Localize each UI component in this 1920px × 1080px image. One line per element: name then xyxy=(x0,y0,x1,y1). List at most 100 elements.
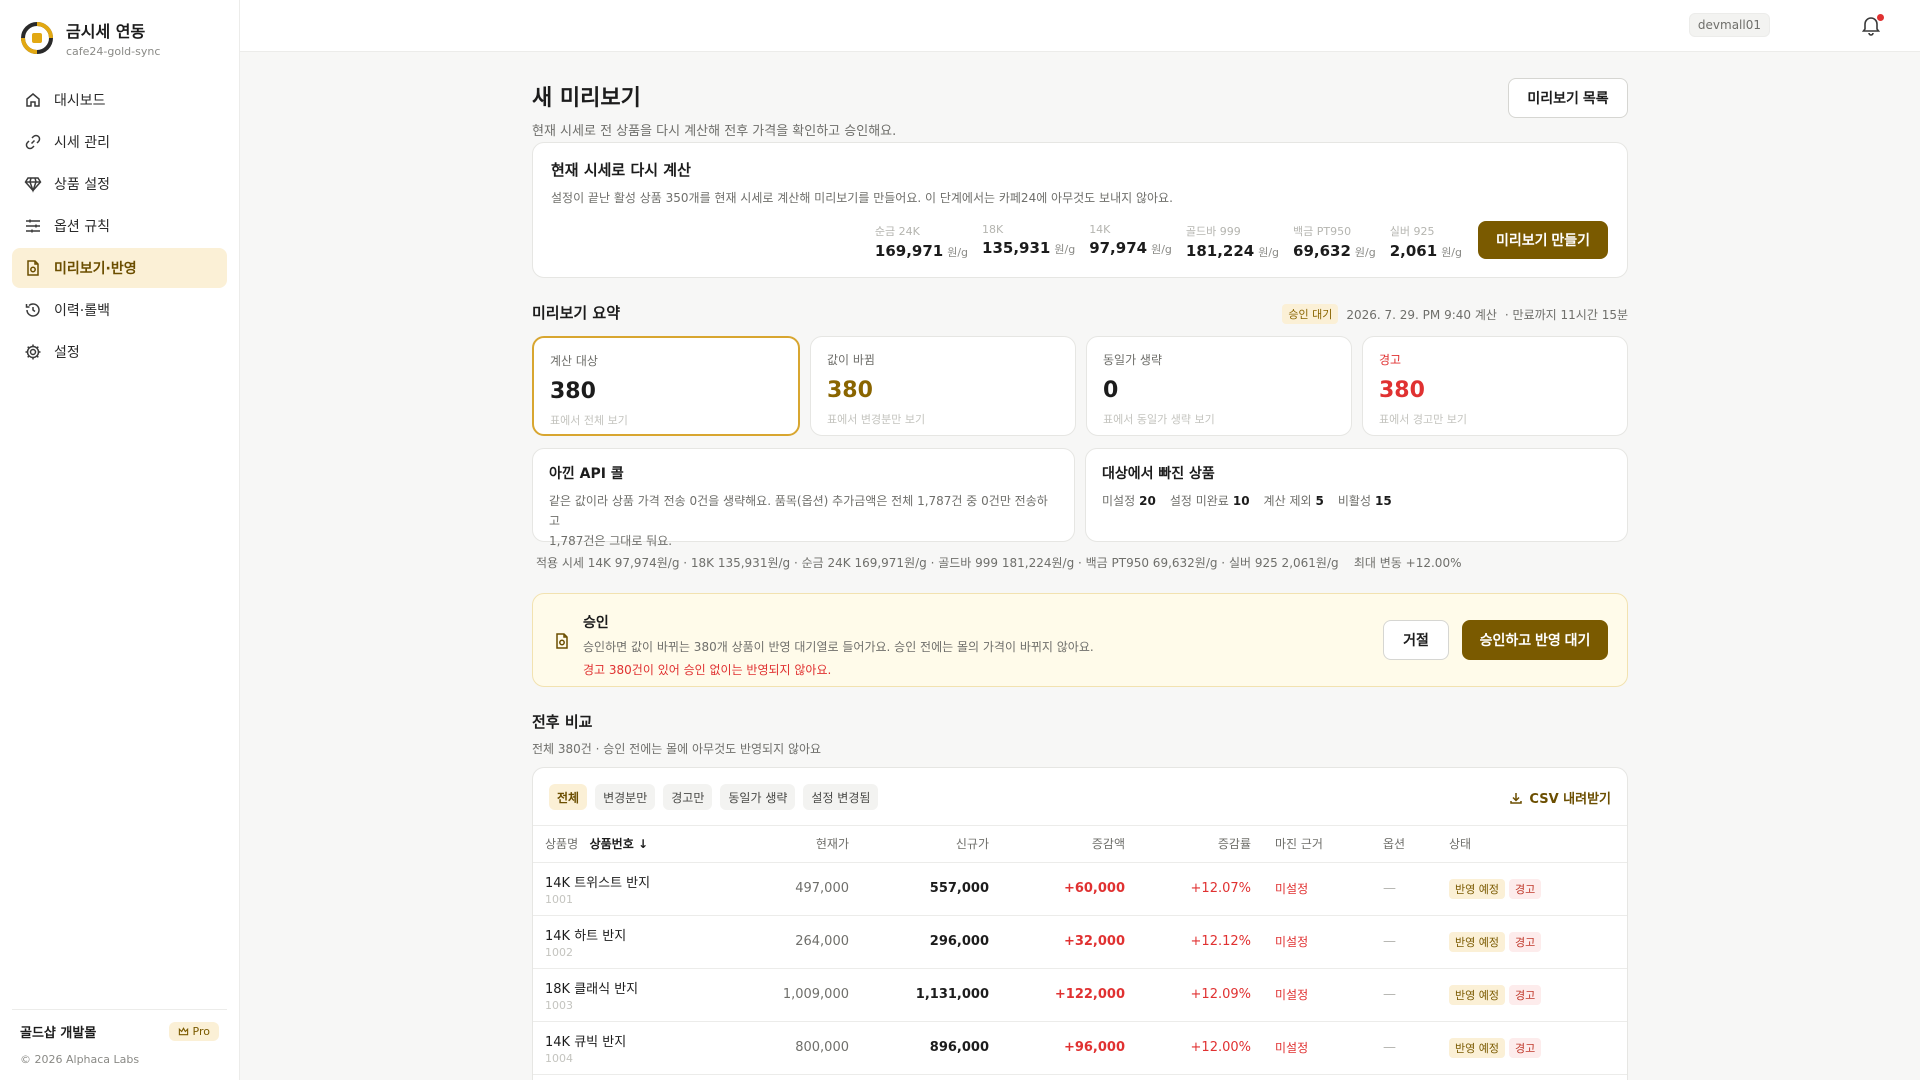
user-chip[interactable]: devmall01 xyxy=(1688,13,1770,37)
page-header: 새 미리보기 현재 시세로 전 상품을 다시 계산해 전후 가격을 확인하고 승… xyxy=(532,52,1628,139)
column-header[interactable]: 상품명 상품번호 ↓ xyxy=(533,826,693,863)
info-cards: 아낀 API 콜 같은 값이라 상품 가격 전송 0건을 생략해요. 품목(옵션… xyxy=(532,448,1628,548)
column-header[interactable]: 옵션 xyxy=(1371,826,1437,863)
approval-description: 승인하면 값이 바뀌는 380개 상품이 반영 대기열로 들어가요. 승인 전에… xyxy=(583,640,1094,654)
current-prices: 순금 24K 169,971 원/g 18K 135,931 원/g 14K 97,… xyxy=(875,223,1462,260)
sidebar-item-label: 상품 설정 xyxy=(54,177,110,193)
new-price: 1,131,000 xyxy=(861,968,1001,1022)
sidebar-footer: 골드샵 개발몰 Pro © 2026 Alphaca Labs xyxy=(12,1009,227,1066)
recalc-card: 현재 시세로 다시 계산 설정이 끝난 활성 상품 350개를 현재 시세로 계… xyxy=(532,142,1628,278)
table-row[interactable]: 14K 하트 반지 1002 264,000 296,000 +32,000 +1… xyxy=(533,915,1627,969)
filter-chips: 전체 변경분만 경고만 동일가 생략 설정 변경됨 CSV 내려받기 xyxy=(533,768,1627,826)
table-row[interactable]: 14K 트위스트 반지 1001 497,000 557,000 +60,000 … xyxy=(533,862,1627,916)
stat-card-same-skipped[interactable]: 동일가 생략 0 표에서 동일가 생략 보기 xyxy=(1086,336,1352,436)
warning-badge: 경고 xyxy=(1508,1037,1542,1058)
sidebar-item-label: 대시보드 xyxy=(54,93,106,109)
warning-badge: 경고 xyxy=(1508,878,1542,899)
status-cell: 반영 예정 경고 xyxy=(1437,968,1627,1022)
filter-settings-changed[interactable]: 설정 변경됨 xyxy=(803,784,879,810)
filter-changed[interactable]: 변경분만 xyxy=(595,784,656,810)
price-diff: +122,000 xyxy=(1001,968,1137,1022)
warning-badge: 경고 xyxy=(1508,931,1542,952)
status-badge: 반영 예정 xyxy=(1449,984,1505,1005)
excluded-calc: 계산 제외 5 xyxy=(1263,494,1324,508)
crown-icon xyxy=(178,1027,188,1036)
csv-download-button[interactable]: CSV 내려받기 xyxy=(1509,788,1611,807)
topbar: devmall01 xyxy=(240,0,1920,52)
notification-dot xyxy=(1877,14,1884,21)
filter-all[interactable]: 전체 xyxy=(549,784,588,810)
stat-value: 0 xyxy=(1103,378,1119,403)
column-header[interactable]: 마진 근거 xyxy=(1263,826,1371,863)
filter-warning[interactable]: 경고만 xyxy=(663,784,713,810)
sidebar-item-label: 설정 xyxy=(54,345,80,361)
link-icon xyxy=(25,134,41,150)
create-preview-button[interactable]: 미리보기 만들기 xyxy=(1478,221,1608,259)
summary-title: 미리보기 요약 xyxy=(532,304,621,322)
brand[interactable]: 금시세 연동 cafe24-gold-sync xyxy=(0,0,239,76)
current-price: 800,000 xyxy=(693,1021,861,1075)
reject-button[interactable]: 거절 xyxy=(1383,620,1449,660)
stat-card-changed[interactable]: 값이 바뀜 380 표에서 변경분만 보기 xyxy=(810,336,1076,436)
sidebar-nav: 대시보드 시세 관리 상품 설정 옵션 규칙 미리보기·반영 이력·롤백 설정 xyxy=(0,76,239,378)
product-name: 14K 큐빅 반지 xyxy=(545,1034,627,1050)
table-row[interactable]: 14K 큐빅 반지 1004 800,000 896,000 +96,000 +1… xyxy=(533,1021,1627,1075)
new-price: 296,000 xyxy=(861,915,1001,969)
status-badge: 반영 예정 xyxy=(1449,931,1505,952)
column-header[interactable]: 현재가 xyxy=(693,826,861,863)
status-cell: 반영 예정 경고 xyxy=(1437,915,1627,969)
page-title: 새 미리보기 xyxy=(532,86,641,111)
copyright: © 2026 Alphaca Labs xyxy=(20,1053,140,1066)
new-price: 557,000 xyxy=(861,862,1001,916)
option-value: — xyxy=(1371,862,1437,916)
product-name: 18K 클래식 반지 xyxy=(545,981,639,997)
compare-description: 전체 380건 · 승인 전에는 몰에 아무것도 반영되지 않아요 xyxy=(532,742,822,756)
sidebar-item-price-management[interactable]: 시세 관리 xyxy=(12,122,227,162)
table-row[interactable]: 18K 클래식 반지 1003 1,009,000 1,131,000 +122,… xyxy=(533,968,1627,1022)
summary-header: 미리보기 요약 승인 대기 2026. 7. 29. PM 9:40 계산 · … xyxy=(532,278,1628,336)
price-silver: 실버 925 2,061 원/g xyxy=(1389,225,1462,260)
sidebar-item-preview-apply[interactable]: 미리보기·반영 xyxy=(12,248,227,288)
option-value: — xyxy=(1371,1021,1437,1075)
compare-table: 상품명 상품번호 ↓ 현재가 신규가 증감액 증감률 마진 근거 옵션 상태 1… xyxy=(533,826,1627,1075)
download-icon xyxy=(1510,792,1523,804)
product-id: 1002 xyxy=(545,945,573,959)
stat-link: 표에서 변경분만 보기 xyxy=(827,413,926,426)
column-header[interactable]: 증감률 xyxy=(1137,826,1263,863)
preview-list-button[interactable]: 미리보기 목록 xyxy=(1508,78,1628,118)
brand-logo-icon xyxy=(21,22,53,54)
sidebar-item-dashboard[interactable]: 대시보드 xyxy=(12,80,227,120)
expires-in: · 만료까지 11시간 15분 xyxy=(1504,307,1628,322)
sidebar-item-option-rules[interactable]: 옵션 규칙 xyxy=(12,206,227,246)
column-header[interactable]: 상태 xyxy=(1437,826,1627,863)
price-goldbar: 골드바 999 181,224 원/g xyxy=(1185,225,1280,260)
price-diff: +60,000 xyxy=(1001,862,1137,916)
sidebar: 금시세 연동 cafe24-gold-sync 대시보드 시세 관리 상품 설정… xyxy=(0,0,240,1080)
excluded-incomplete: 설정 미완료 10 xyxy=(1169,494,1250,508)
price-diff: +32,000 xyxy=(1001,915,1137,969)
status-cell: 반영 예정 경고 xyxy=(1437,862,1627,916)
sidebar-item-label: 미리보기·반영 xyxy=(54,261,137,277)
max-change: 최대 변동 +12.00% xyxy=(1353,556,1462,570)
sidebar-item-settings[interactable]: 설정 xyxy=(12,332,227,372)
product-id: 1004 xyxy=(545,1051,573,1065)
filter-same-skipped[interactable]: 동일가 생략 xyxy=(720,784,796,810)
sort-product-number[interactable]: 상품번호 ↓ xyxy=(590,837,648,851)
stat-cards: 계산 대상 380 표에서 전체 보기 값이 바뀜 380 표에서 변경분만 보… xyxy=(532,336,1628,436)
sidebar-item-label: 이력·롤백 xyxy=(54,303,110,319)
product-id: 1001 xyxy=(545,892,573,906)
approve-button[interactable]: 승인하고 반영 대기 xyxy=(1462,620,1608,660)
stat-card-warning[interactable]: 경고 380 표에서 경고만 보기 xyxy=(1362,336,1628,436)
sidebar-item-history-rollback[interactable]: 이력·롤백 xyxy=(12,290,227,330)
stat-value: 380 xyxy=(550,379,596,404)
price-14k: 14K 97,974 원/g xyxy=(1089,223,1172,257)
stat-card-total[interactable]: 계산 대상 380 표에서 전체 보기 xyxy=(532,336,800,436)
current-price: 264,000 xyxy=(693,915,861,969)
column-header[interactable]: 신규가 xyxy=(861,826,1001,863)
column-header[interactable]: 증감액 xyxy=(1001,826,1137,863)
price-diff: +96,000 xyxy=(1001,1021,1137,1075)
sidebar-item-product-settings[interactable]: 상품 설정 xyxy=(12,164,227,204)
excluded-products-card: 대상에서 빠진 상품 미설정 20 설정 미완료 10 계산 제외 5 비활성 15 xyxy=(1085,448,1628,542)
file-check-icon xyxy=(27,260,39,276)
recalc-description: 설정이 끝난 활성 상품 350개를 현재 시세로 계산해 미리보기를 만들어요… xyxy=(551,191,1173,205)
